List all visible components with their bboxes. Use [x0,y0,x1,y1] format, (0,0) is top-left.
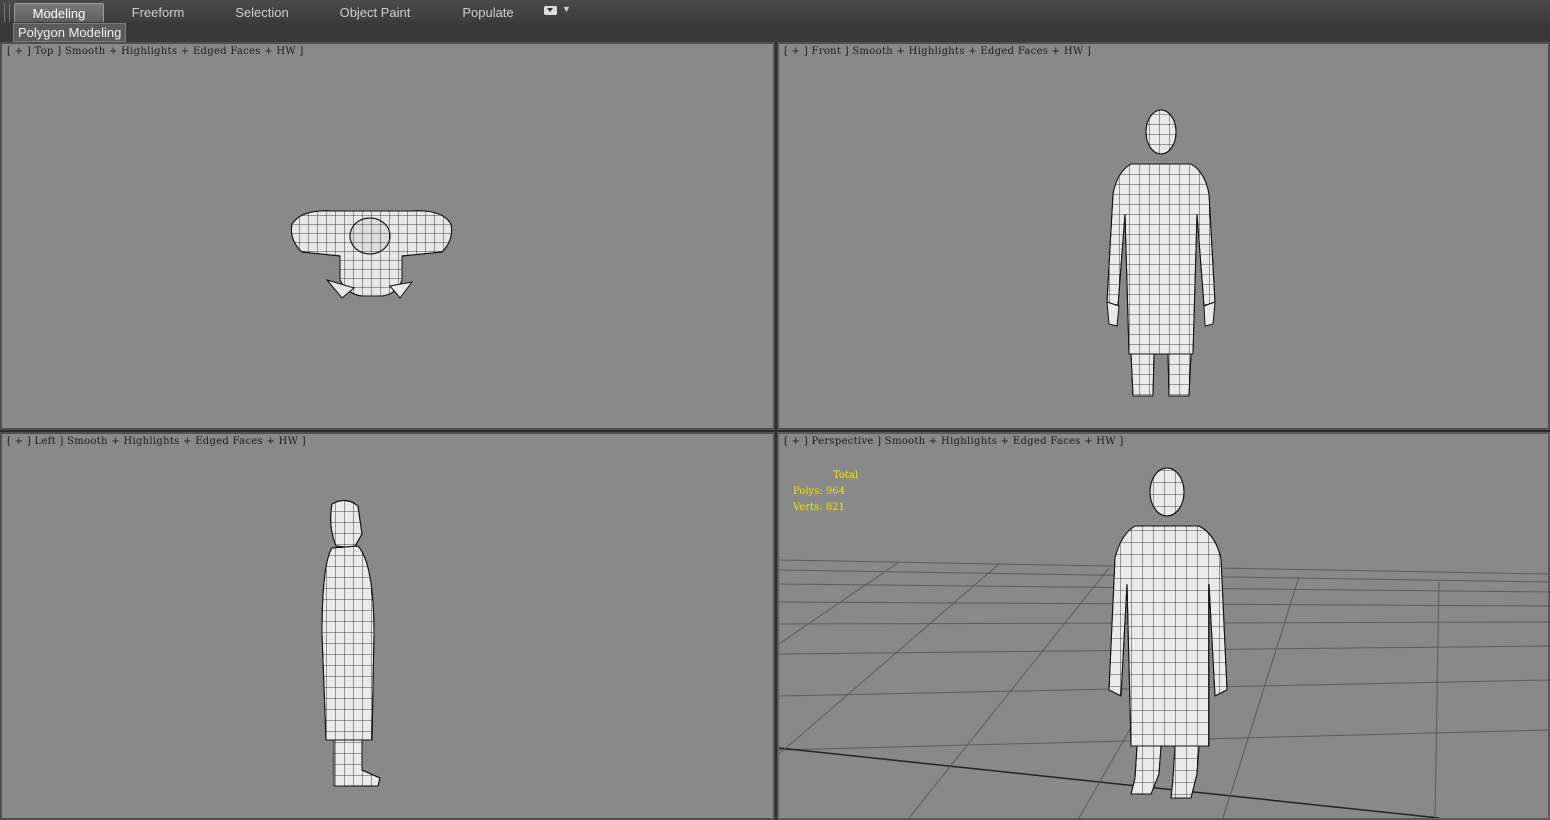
tab-populate[interactable]: Populate [450,3,526,22]
tab-selection[interactable]: Selection [220,3,304,22]
viewport-front[interactable]: [ + ] Front ] Smooth + Highlights + Edge… [777,42,1550,430]
tab-freeform[interactable]: Freeform [116,3,200,22]
ribbon-tab-bar: Modeling Freeform Selection Object Paint… [0,0,1550,37]
viewport-top[interactable]: [ + ] Top ] Smooth + Highlights + Edged … [0,42,775,430]
viewport-left[interactable]: [ + ] Left ] Smooth + Highlights + Edged… [0,432,775,820]
tab-object-paint[interactable]: Object Paint [330,3,420,22]
top-view-model[interactable] [2,44,773,428]
chevron-down-icon[interactable]: ▼ [562,4,571,14]
tab-modeling[interactable]: Modeling [14,3,104,23]
front-view-model[interactable] [779,44,1548,428]
left-view-model[interactable] [2,434,773,818]
viewport-perspective[interactable]: [ + ] Perspective ] Smooth + Highlights … [777,432,1550,820]
ribbon-panel-bar: Polygon Modeling [0,22,1550,43]
ribbon-options-icon[interactable] [544,6,557,15]
perspective-view-scene[interactable] [779,434,1548,818]
polygon-modeling-panel-button[interactable]: Polygon Modeling [13,23,127,42]
